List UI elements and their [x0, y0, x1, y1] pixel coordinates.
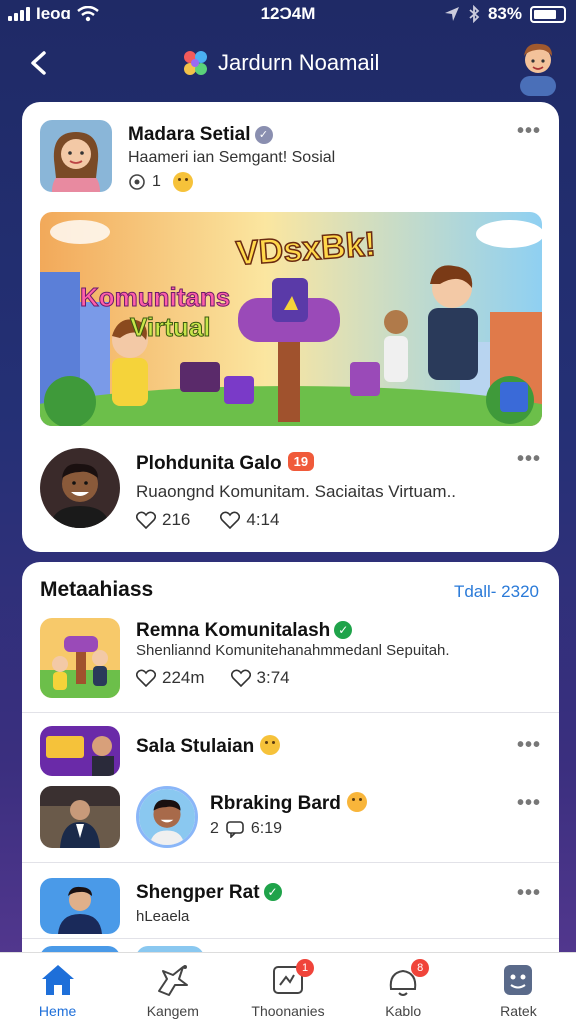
bottom-nav: Heme Kangem 1 Thoonanies 8 Kablo Ratek [0, 952, 576, 1024]
more-options-button[interactable]: ••• [517, 448, 541, 471]
comment-count: 224m [162, 668, 205, 687]
list-item-avatar[interactable] [136, 786, 198, 848]
community-thumbnail-icon [40, 618, 120, 698]
see-all-link[interactable]: Tdall- 2320 [454, 582, 539, 602]
post-banner-image[interactable]: VDsxBk! Komunitans Virtual [40, 212, 542, 426]
app-logo-icon [184, 51, 207, 75]
banner-heading-line1: Komunitans [79, 282, 231, 313]
business-thumbnail-icon [40, 786, 120, 848]
chat-badge: 8 [411, 959, 430, 977]
status-bar: Ieoɑ 12Ɔ4M 83% [0, 0, 576, 30]
back-arrow-icon [31, 51, 46, 75]
author-avatar[interactable] [40, 120, 112, 192]
list-item-name[interactable]: Remna Komunitalash ✓ [136, 620, 353, 642]
views-icon [129, 174, 145, 190]
post-meta: 1 [128, 172, 193, 192]
comment-icon[interactable] [225, 820, 245, 838]
nav-label: Heme [38, 1003, 77, 1019]
list-item-thumbnail[interactable] [40, 786, 120, 848]
more-options-button[interactable]: ••• [517, 792, 541, 815]
more-options-button[interactable]: ••• [517, 882, 541, 905]
nav-label: Kangem [146, 1003, 199, 1019]
nav-chat[interactable]: 8 Kablo [346, 953, 461, 1024]
app-title-group: Jardurn Noamail [180, 48, 379, 78]
list-item-stats: 2 6:19 [210, 820, 282, 838]
profile-avatar[interactable] [514, 34, 562, 96]
nav-label: Kablo [385, 1003, 422, 1019]
list-item-name-text: Remna Komunitalash [136, 620, 331, 641]
bluetooth-icon [469, 5, 480, 23]
nav-label: Ratek [500, 1003, 537, 1019]
verified-badge-icon: ✓ [263, 883, 282, 901]
user-avatar-icon [520, 43, 556, 96]
page-title: Jardurn Noamail [218, 50, 380, 75]
author-name-text: Madara Setial [128, 124, 251, 145]
game-thumbnail-icon [40, 726, 120, 776]
like-icon[interactable] [220, 511, 241, 529]
nav-label: Thoonanies [251, 1003, 325, 1019]
location-icon [444, 7, 459, 21]
divider [22, 938, 559, 939]
more-options-button[interactable]: ••• [517, 120, 541, 143]
woman-avatar-icon [40, 120, 112, 192]
home-icon [41, 965, 74, 995]
smile-emoji-icon [172, 172, 193, 192]
post-subtitle: Haameri ian Semgant! Sosial [128, 149, 336, 166]
like-count: 3:74 [256, 668, 290, 687]
list-item-text: hLeaela [136, 908, 190, 925]
profile-icon [504, 965, 533, 995]
smile-emoji-icon [260, 735, 281, 755]
explore-icon [157, 965, 188, 996]
top-nav: Jardurn Noamail [0, 34, 576, 96]
man-avatar-icon [40, 448, 120, 528]
list-item-name-text: Rbraking Bard [210, 793, 341, 814]
list-item-name-text: Shengper Rat [136, 882, 260, 903]
list-item-thumbnail[interactable] [40, 726, 120, 776]
back-button[interactable] [24, 48, 54, 78]
nav-explore[interactable]: Kangem [115, 953, 230, 1024]
comment-count: 216 [162, 510, 191, 529]
count-badge: 19 [287, 452, 315, 471]
host-thumbnail-icon [40, 878, 120, 934]
list-card: Metaahiass Tdall- 2320 Remna Komunitalas… [22, 562, 559, 962]
like-count: 4:14 [246, 510, 280, 529]
list-item-name[interactable]: Shengper Rat ✓ [136, 882, 282, 904]
list-item-name[interactable]: Rbraking Bard [210, 792, 367, 815]
author-name[interactable]: Madara Setial ✓ [128, 124, 273, 146]
divider [22, 712, 559, 713]
nav-home[interactable]: Heme [0, 953, 115, 1024]
like-icon[interactable] [230, 669, 251, 687]
list-item-thumbnail[interactable] [40, 878, 120, 934]
list-item-name-text: Sala Stulaian [136, 736, 255, 757]
more-options-button[interactable]: ••• [517, 734, 541, 757]
notification-badge: 1 [296, 959, 314, 977]
post-text: Ruaongnd Komunitam. Saciaitas Virtuam.. [136, 482, 457, 501]
comment-icon[interactable] [136, 669, 156, 687]
section-title: Metaahiass [40, 578, 154, 601]
battery-percent: 83% [487, 4, 522, 23]
verified-badge-icon: ✓ [254, 126, 273, 144]
list-item-thumbnail[interactable] [40, 618, 120, 698]
man-avatar-icon [139, 789, 195, 845]
post-stats: 216 4:14 [136, 510, 279, 530]
verified-badge-icon: ✓ [334, 621, 353, 639]
meta-count-a: 2 [210, 820, 219, 837]
nav-profile[interactable]: Ratek [461, 953, 576, 1024]
meta-count-b: 6:19 [250, 820, 283, 837]
divider [22, 862, 559, 863]
banner-heading-line2: Virtual [129, 312, 211, 343]
nav-notifications[interactable]: 1 Thoonanies [230, 953, 345, 1024]
feed-card: Madara Setial ✓ Haameri ian Semgant! Sosi… [22, 102, 559, 552]
list-item-name[interactable]: Sala Stulaian [136, 735, 281, 758]
author-name-text: Plohdunita Galo [136, 453, 282, 474]
author-avatar[interactable] [40, 448, 120, 528]
author-name[interactable]: Plohdunita Galo 19 [136, 452, 315, 475]
list-item-text: Shenliannd Komunitehanahmmedanl Sepuitah… [136, 642, 450, 659]
list-item-stats: 224m 3:74 [136, 668, 290, 688]
meta-count: 1 [152, 173, 161, 190]
battery-icon [530, 5, 566, 23]
kiss-emoji-icon [346, 792, 367, 812]
comment-icon[interactable] [136, 511, 156, 529]
